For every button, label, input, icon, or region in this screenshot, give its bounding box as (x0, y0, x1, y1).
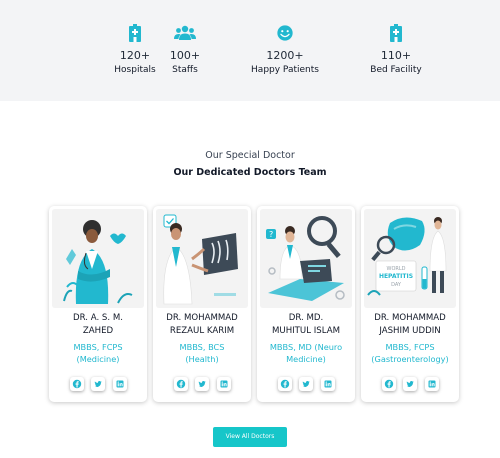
stat-value: 110+ (380, 49, 412, 62)
doctor-name-line: DR. MOHAMMAD (374, 313, 446, 323)
linkedin-icon[interactable] (217, 377, 231, 391)
doctor-name: DR. MOHAMMAD JASHIM UDDIN (363, 312, 457, 338)
stat-value: 1200+ (266, 49, 304, 62)
stat-bed-facility: 110+ Bed Facility (341, 24, 451, 76)
female-doctor-illustration (52, 209, 144, 308)
doctor-name-line: DR. A. S. M. (72, 313, 123, 323)
doctor-degree-line: (Health) (185, 354, 219, 364)
doctor-degree-line: MBBS, BCS (179, 342, 225, 352)
doctor-card[interactable]: DR. MOHAMMAD REZAUL KARIM MBBS, BCS (Hea… (153, 206, 251, 402)
stat-staffs: 100+ Staffs (130, 24, 240, 76)
doctor-degree-line: MBBS, FCPS (73, 342, 123, 352)
doctor-name: DR. A. S. M. ZAHED (51, 312, 145, 338)
doctor-card[interactable]: DR. A. S. M. ZAHED MBBS, FCPS (Medicine) (49, 206, 147, 402)
stat-label: Bed Facility (370, 65, 422, 75)
doctor-name: DR. MD. MUHITUL ISLAM (259, 312, 353, 338)
hepatitis-day-illustration: WORLD HEPATITIS DAY (364, 209, 456, 308)
stat-value: 100+ (169, 49, 201, 62)
doctor-name: DR. MOHAMMAD REZAUL KARIM (155, 312, 249, 338)
social-links (153, 377, 251, 393)
twitter-icon[interactable] (195, 377, 209, 391)
doctor-degree: MBBS, FCPS (Gastroenterology) (363, 341, 457, 365)
view-all-doctors-button[interactable]: View All Doctors (213, 427, 287, 447)
stat-happy-patients: 1200+ Happy Patients (230, 24, 340, 76)
stat-label: Staffs (172, 65, 198, 75)
doctor-degree: MBBS, MD (Neuro Medicine) (259, 341, 353, 365)
facebook-icon[interactable] (70, 377, 84, 391)
doctor-name-line: DR. MOHAMMAD (166, 313, 238, 323)
doctor-name-line: MUHITUL ISLAM (271, 326, 341, 336)
section-subtitle: Our Special Doctor (205, 150, 295, 161)
doctor-name-line: ZAHED (82, 326, 114, 336)
stat-label: Happy Patients (251, 65, 319, 75)
stats-band: 120+ Hospitals 100+ Staffs 1200+ Happy P… (0, 0, 500, 101)
doctor-degree-line: (Gastroenterology) (371, 354, 449, 364)
poster-text: HEPATITIS (379, 273, 413, 280)
linkedin-icon[interactable] (113, 377, 127, 391)
bed-facility-icon (390, 24, 402, 42)
doctor-name-line: DR. MD. (288, 313, 324, 323)
doctor-degree-line: (Medicine) (76, 354, 120, 364)
smile-icon (277, 25, 293, 41)
doctor-degree-line: MBBS, MD (Neuro (269, 342, 343, 352)
linkedin-icon[interactable] (321, 377, 335, 391)
social-links (257, 377, 355, 393)
social-links (49, 377, 147, 393)
twitter-icon[interactable] (91, 377, 105, 391)
doctor-card[interactable]: ? DR. MD. MUHITUL ISLAM MBBS, MD (Neuro … (257, 206, 355, 402)
doctor-xray-illustration (156, 209, 248, 308)
twitter-icon[interactable] (403, 377, 417, 391)
doctor-name-line: REZAUL KARIM (169, 326, 235, 336)
users-icon (174, 25, 196, 40)
facebook-icon[interactable] (174, 377, 188, 391)
doctor-research-illustration: ? (260, 209, 352, 308)
doctor-degree: MBBS, BCS (Health) (155, 341, 249, 365)
svg-text:?: ? (269, 230, 273, 239)
section-title: Our Dedicated Doctors Team (173, 167, 327, 178)
doctor-card[interactable]: WORLD HEPATITIS DAY DR. MOHAMMAD JASHIM … (361, 206, 459, 402)
doctor-name-line: JASHIM UDDIN (379, 326, 441, 336)
doctor-degree-line: MBBS, FCPS (385, 342, 435, 352)
twitter-icon[interactable] (299, 377, 313, 391)
doctor-degree: MBBS, FCPS (Medicine) (51, 341, 145, 365)
social-links (361, 377, 459, 393)
doctor-degree-line: Medicine) (286, 354, 326, 364)
facebook-icon[interactable] (278, 377, 292, 391)
poster-text: WORLD (387, 266, 406, 272)
linkedin-icon[interactable] (425, 377, 439, 391)
poster-text: DAY (391, 282, 402, 288)
facebook-icon[interactable] (382, 377, 396, 391)
